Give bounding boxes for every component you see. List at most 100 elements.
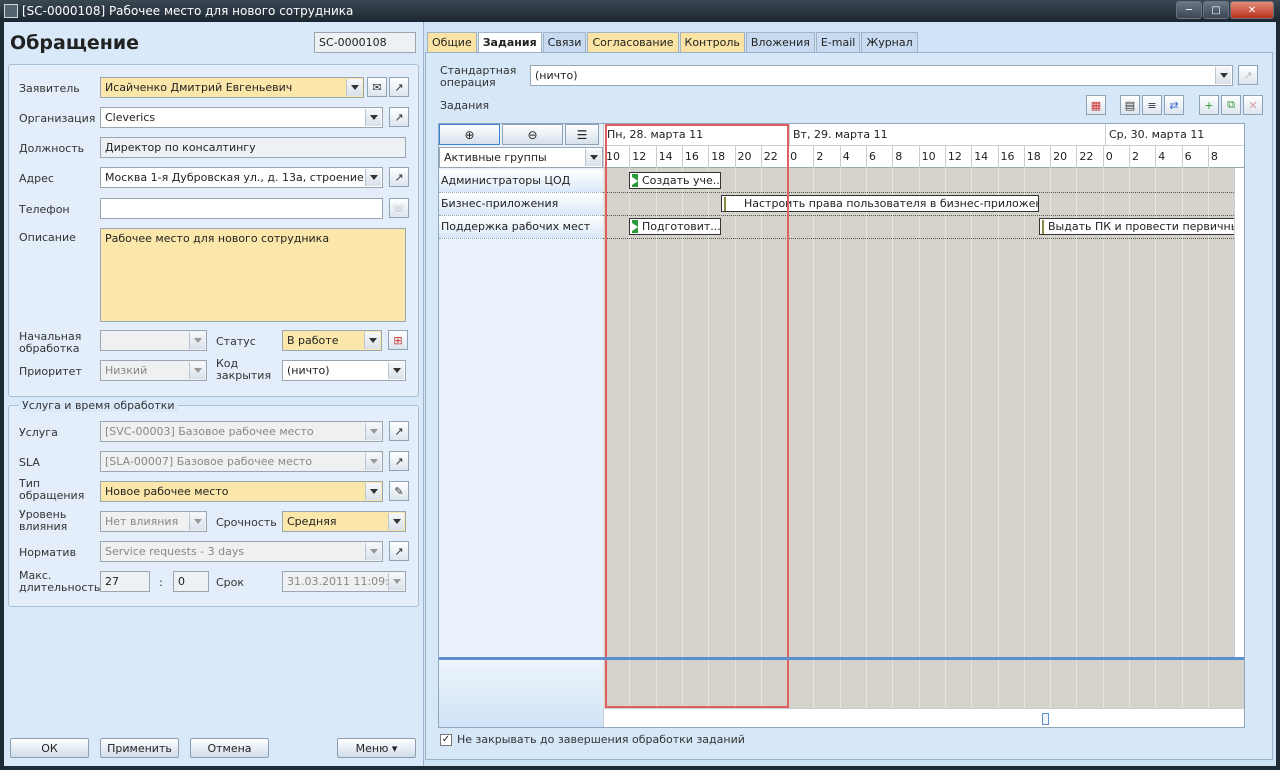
chevron-down-icon[interactable] [365,543,381,560]
zoom-out-icon[interactable]: ⊖ [502,124,563,145]
request-number-field[interactable]: SC-0000108 [314,32,416,53]
refresh-icon[interactable]: ⇄ [1164,95,1184,115]
scroll-thumb[interactable] [1042,713,1049,725]
org-label: Организация [19,112,96,125]
zoom-in-icon[interactable]: ⊕ [439,124,500,145]
open-card-icon[interactable]: ↗ [389,77,409,97]
group-row[interactable]: Администраторы ЦОД [439,170,603,193]
delete-task-icon[interactable]: ✕ [1243,95,1263,115]
open-card-icon[interactable]: ↗ [389,451,409,471]
chevron-down-icon[interactable] [364,332,380,349]
phone-icon[interactable]: ☏ [389,198,409,218]
requester-field[interactable]: Исайченко Дмитрий Евгеньевич [100,77,364,98]
open-card-icon[interactable]: ↗ [389,167,409,187]
ok-button[interactable]: ОК [10,738,89,758]
grid-line [813,168,815,708]
chevron-down-icon[interactable] [346,79,362,96]
open-card-icon[interactable]: ↗ [1238,65,1258,85]
tab-attachments[interactable]: Вложения [745,32,815,52]
app-icon [4,4,18,18]
fit-icon[interactable]: ☰ [565,124,599,145]
chevron-down-icon[interactable] [1215,67,1231,84]
hour-label: 6 [1181,146,1208,168]
copy-task-icon[interactable]: ⧉ [1221,95,1241,115]
tab-journal[interactable]: Журнал [861,32,918,52]
chevron-down-icon[interactable] [365,453,381,470]
urgency-field[interactable]: Средняя [282,511,406,532]
apply-button[interactable]: Применить [100,738,179,758]
chevron-down-icon[interactable] [388,362,404,379]
workflow-icon[interactable]: ⊞ [388,330,408,350]
hour-label: 10 [918,146,945,168]
tasks-label: Задания [440,99,490,112]
chevron-down-icon[interactable] [388,573,404,590]
tab-tasks[interactable]: Задания [477,32,542,52]
horizontal-scrollbar[interactable] [603,708,1244,727]
close-button[interactable]: ✕ [1230,1,1274,19]
chevron-down-icon[interactable] [189,513,205,530]
tab-approval[interactable]: Согласование [587,32,679,52]
chevron-down-icon[interactable] [365,483,381,500]
open-card-icon[interactable]: ↗ [389,421,409,441]
minimize-button[interactable]: ─ [1176,1,1202,19]
address-field[interactable]: Москва 1-я Дубровская ул., д. 13а, строе… [100,167,383,188]
priority-field[interactable]: Низкий [100,360,207,381]
gantt-timeline: Пн, 28. марта 11 Вт, 29. марта 11 Ср, 30… [603,124,1244,727]
chevron-down-icon[interactable] [365,169,381,186]
chevron-down-icon[interactable] [189,362,205,379]
hour-label: 6 [866,146,892,168]
grid-line [1023,168,1025,708]
norm-field[interactable]: Service requests - 3 days [100,541,383,562]
impact-field[interactable]: Нет влияния [100,511,207,532]
chevron-down-icon[interactable] [365,109,381,126]
form-heading: Обращение [10,32,140,54]
service-field[interactable]: [SVC-00003] Базовое рабочее место [100,421,383,442]
phone-field[interactable] [100,198,383,219]
deadline-field[interactable]: 31.03.2011 11:09:55 [282,571,406,592]
add-task-icon[interactable]: + [1199,95,1219,115]
keep-open-checkbox[interactable]: ✓ [440,734,452,746]
chevron-down-icon[interactable] [189,332,205,349]
task-card-icon[interactable]: ▤ [1120,95,1140,115]
close-code-field[interactable]: (ничто) [282,360,406,381]
tab-links[interactable]: Связи [542,32,587,52]
open-card-icon[interactable]: ↗ [389,541,409,561]
cancel-button[interactable]: Отмена [190,738,269,758]
sla-field[interactable]: [SLA-00007] Базовое рабочее место [100,451,383,472]
tab-control[interactable]: Контроль [679,32,745,52]
status-field[interactable]: В работе [282,330,382,351]
open-card-icon[interactable]: ↗ [389,107,409,127]
max-duration-hours[interactable]: 27 [100,571,150,592]
group-row[interactable]: Поддержка рабочих мест [439,216,603,239]
org-field[interactable]: Cleverics [100,107,383,128]
brush-icon[interactable]: ✎ [389,481,409,501]
chevron-down-icon[interactable] [585,149,601,166]
initial-field[interactable] [100,330,207,351]
vertical-scrollbar[interactable] [1234,168,1244,658]
current-day-highlight [605,124,789,708]
std-op-label: Стандартная операция [440,64,517,89]
priority-label: Приоритет [19,365,82,378]
position-field[interactable]: Директор по консалтингу [100,137,406,158]
main-group: Заявитель Исайченко Дмитрий Евгеньевич ✉… [8,64,419,397]
task-bar[interactable]: Выдать ПК и провести первичны... [1039,218,1235,235]
menu-button[interactable]: Меню ▾ [337,738,416,758]
maximize-button[interactable]: □ [1203,1,1229,19]
list-icon[interactable]: ≡ [1142,95,1162,115]
group-filter[interactable]: Активные группы [439,147,603,168]
tab-general[interactable]: Общие [427,32,477,52]
initial-label: Начальная обработка [19,330,82,355]
type-field[interactable]: Новое рабочее место [100,481,383,502]
description-field[interactable]: Рабочее место для нового сотрудника [100,228,406,322]
chevron-down-icon[interactable] [388,513,404,530]
max-duration-minutes[interactable]: 0 [173,571,209,592]
calendar-icon[interactable]: ▦ [1086,95,1106,115]
chevron-down-icon[interactable] [365,423,381,440]
gantt-splitter[interactable] [439,657,1244,660]
tab-email[interactable]: E-mail [815,32,861,52]
window-client: Обращение SC-0000108 Заявитель Исайченко… [4,22,1276,766]
group-row[interactable]: Бизнес-приложения [439,193,603,216]
gantt-chart: ⊕ ⊖ ☰ Активные группы Администраторы ЦОД… [438,123,1245,728]
email-icon[interactable]: ✉ [367,77,387,97]
std-op-field[interactable]: (ничто) [530,65,1233,86]
